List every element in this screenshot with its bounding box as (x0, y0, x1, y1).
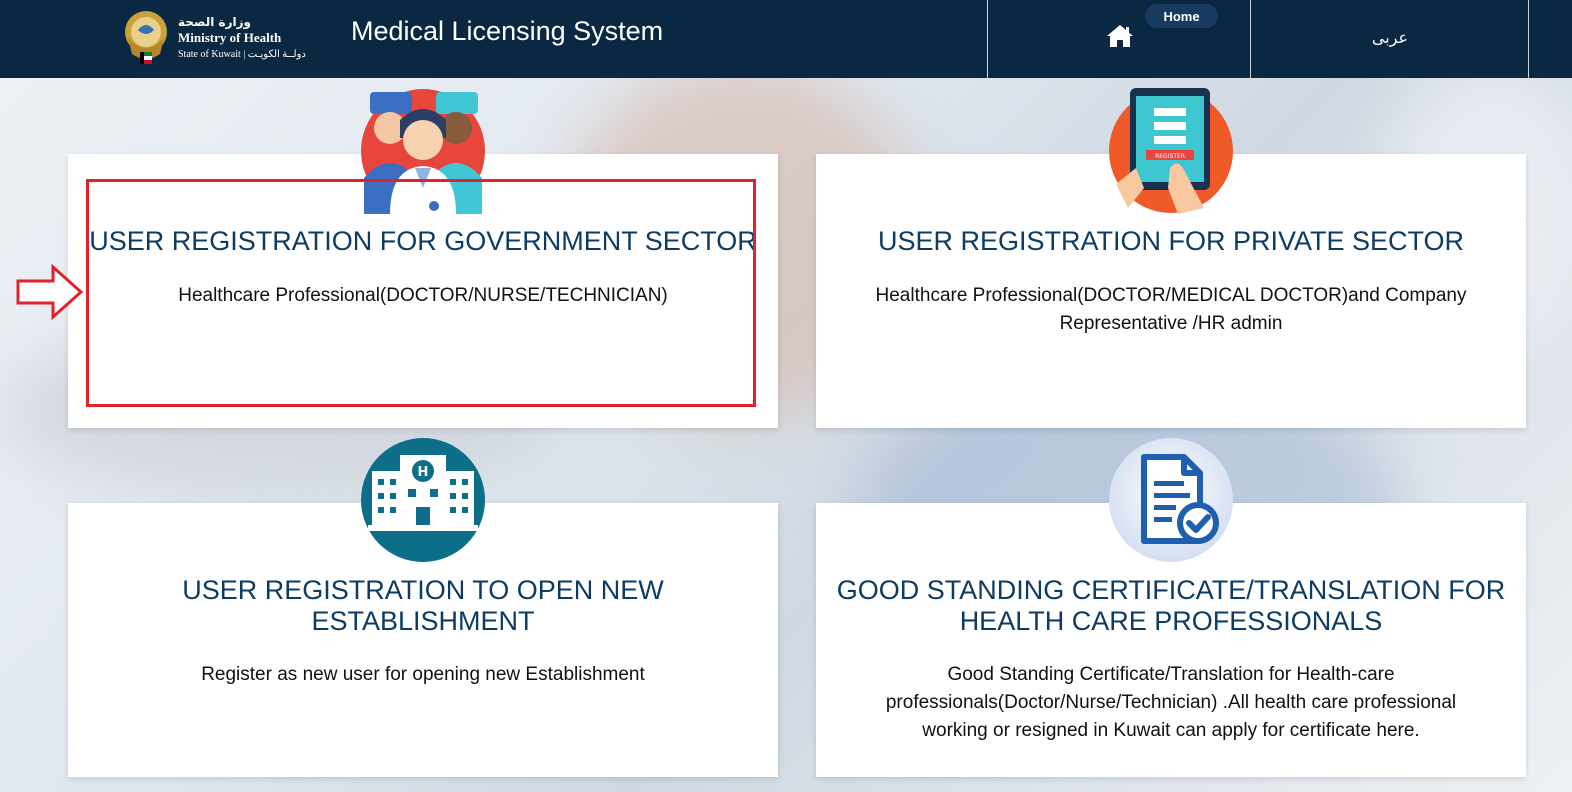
card-title: USER REGISTRATION FOR PRIVATE SECTOR (877, 226, 1465, 256)
card-description: Healthcare Professional(DOCTOR/MEDICAL D… (875, 285, 1467, 334)
logo-arabic-text: وزارة الصحة (178, 15, 252, 30)
card-title: USER REGISTRATION FOR GOVERNMENT SECTOR (89, 226, 757, 256)
card-title: USER REGISTRATION TO OPEN NEW ESTABLISHM… (182, 575, 664, 636)
medical-staff-icon (361, 89, 485, 214)
hospital-building-icon: H (361, 438, 485, 562)
card-title: GOOD STANDING CERTIFICATE/TRANSLATION FO… (836, 575, 1506, 636)
logo-english-text: Ministry of Health (178, 30, 282, 46)
card-description: Healthcare Professional(DOCTOR/NURSE/TEC… (178, 285, 668, 306)
arabic-language-link[interactable]: عربى (1252, 22, 1528, 52)
home-button[interactable] (1104, 22, 1136, 50)
card-description: Register as new user for opening new Est… (201, 664, 645, 685)
home-tooltip-badge: Home (1145, 4, 1218, 28)
home-icon (1107, 25, 1133, 47)
nav-divider (1250, 0, 1251, 78)
ministry-logo[interactable]: وزارة الصحة Ministry of Health State of … (120, 6, 342, 70)
arrow-right-icon (16, 264, 84, 320)
register-icon-text: REGISTER (1155, 153, 1185, 160)
page-title: Medical Licensing System (351, 16, 664, 46)
hospital-sign-text: H (418, 465, 429, 480)
card-description: Good Standing Certificate/Translation fo… (885, 664, 1457, 741)
nav-divider (1528, 0, 1529, 78)
top-navbar: وزارة الصحة Ministry of Health State of … (0, 0, 1572, 78)
tablet-register-icon: REGISTER (1109, 88, 1233, 214)
document-check-icon (1109, 438, 1233, 562)
kuwait-crest-icon (125, 11, 167, 64)
nav-divider (987, 0, 988, 78)
logo-subtitle-text: State of Kuwait | دولــة الكويـت (178, 48, 306, 60)
